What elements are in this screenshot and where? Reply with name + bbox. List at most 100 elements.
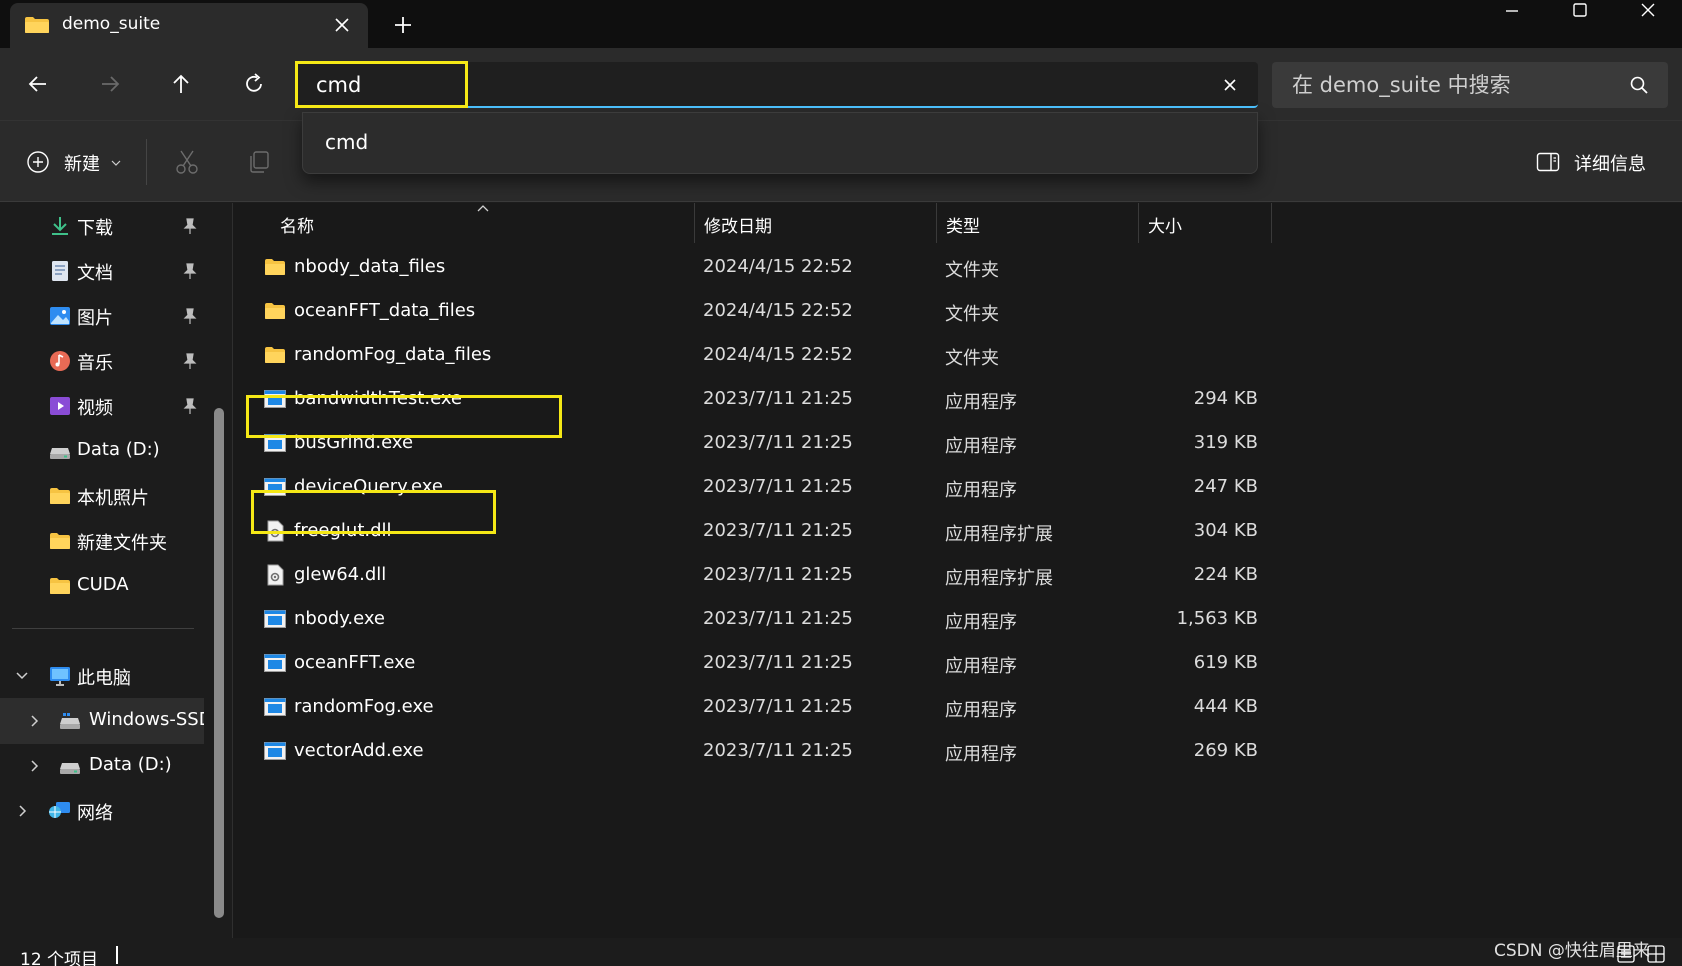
suggestion-item[interactable]: cmd — [325, 130, 368, 154]
file-date: 2024/4/15 22:52 — [703, 344, 853, 365]
file-size: 224 KB — [1193, 564, 1258, 585]
new-button[interactable]: 新建 — [26, 145, 126, 179]
file-name: vectorAdd.exe — [294, 740, 424, 761]
copy-icon[interactable] — [244, 147, 274, 177]
file-type: 应用程序 — [945, 612, 1017, 633]
column-header-date[interactable]: 修改日期 — [694, 203, 934, 243]
tab-demo-suite[interactable]: demo_suite — [10, 3, 368, 48]
maximize-icon[interactable] — [1548, 0, 1612, 24]
sidebar-item-windows-ssd[interactable]: Windows-SSD — [0, 698, 204, 744]
file-size: 319 KB — [1193, 432, 1258, 453]
sidebar-item-pictures[interactable]: 图片 — [0, 293, 205, 339]
file-row[interactable]: nbody_data_files 2024/4/15 22:52 文件夹 — [243, 244, 1263, 291]
file-size: 294 KB — [1193, 388, 1258, 409]
exe-icon — [264, 742, 286, 760]
file-row[interactable]: glew64.dll 2023/7/11 21:25 应用程序扩展 224 KB — [243, 552, 1263, 599]
file-list: 名称 修改日期 类型 大小 nbody_data_files 2024/4/15 … — [233, 203, 1682, 938]
folder-icon — [265, 259, 285, 275]
file-date: 2023/7/11 21:25 — [703, 520, 853, 541]
pin-icon[interactable] — [182, 397, 198, 415]
file-date: 2023/7/11 21:25 — [703, 388, 853, 409]
up-arrow-icon[interactable] — [161, 66, 201, 102]
file-row[interactable]: randomFog.exe 2023/7/11 21:25 应用程序 444 KB — [243, 684, 1263, 731]
search-input[interactable] — [1292, 71, 1612, 99]
sidebar-item-videos[interactable]: 视频 — [0, 383, 205, 429]
pin-icon[interactable] — [182, 352, 198, 370]
file-date: 2023/7/11 21:25 — [703, 696, 853, 717]
file-row[interactable]: randomFog_data_files 2024/4/15 22:52 文件夹 — [243, 332, 1263, 379]
sidebar-item-label: 此电脑 — [77, 668, 131, 689]
sidebar-item-label: Data (D:) — [89, 754, 172, 775]
sidebar-item-label: 网络 — [77, 803, 113, 824]
search-icon[interactable] — [1628, 74, 1650, 96]
search-box[interactable] — [1272, 62, 1668, 108]
clear-icon[interactable] — [1216, 71, 1244, 99]
tab-title: demo_suite — [62, 14, 161, 34]
sidebar-item-label: 文档 — [77, 263, 113, 284]
navigation-pane: 下载 文档 图片 音乐 视频 Data (D:) 本机照片 新建文件夹 CUDA… — [0, 203, 232, 938]
pin-icon[interactable] — [182, 262, 198, 280]
refresh-icon[interactable] — [234, 66, 274, 102]
new-tab-icon[interactable] — [388, 10, 418, 40]
chevron-right-icon[interactable] — [26, 712, 42, 730]
add-circle-icon — [27, 151, 49, 173]
file-row[interactable]: oceanFFT_data_files 2024/4/15 22:52 文件夹 — [243, 288, 1263, 335]
file-size: 304 KB — [1193, 520, 1258, 541]
file-name: randomFog.exe — [294, 696, 434, 717]
pin-icon[interactable] — [182, 307, 198, 325]
forward-arrow-icon[interactable] — [90, 66, 130, 102]
sidebar-item-data-drive-pc[interactable]: Data (D:) — [0, 743, 205, 789]
tiles-view-icon[interactable] — [1646, 944, 1666, 964]
file-date: 2023/7/11 21:25 — [703, 740, 853, 761]
column-header-label: 名称 — [280, 217, 314, 237]
file-size: 1,563 KB — [1176, 608, 1258, 629]
file-explorer-window: demo_suite cmd 在 demo_suite 中搜索 新建 详细信息 … — [0, 0, 1682, 966]
video-icon — [50, 397, 70, 415]
pictures-icon — [50, 307, 70, 325]
chevron-down-icon[interactable] — [14, 667, 30, 685]
column-header-name[interactable]: 名称 — [270, 203, 690, 243]
details-view-icon[interactable] — [1616, 944, 1636, 964]
column-header-size[interactable]: 大小 — [1138, 203, 1268, 243]
sidebar-item-local-photos[interactable]: 本机照片 — [0, 473, 205, 519]
file-size: 269 KB — [1193, 740, 1258, 761]
file-row[interactable]: nbody.exe 2023/7/11 21:25 应用程序 1,563 KB — [243, 596, 1263, 643]
folder-icon — [50, 578, 70, 594]
sidebar-item-downloads[interactable]: 下载 — [0, 203, 205, 249]
column-header-type[interactable]: 类型 — [936, 203, 1136, 243]
document-icon — [52, 261, 68, 281]
minimize-icon[interactable] — [1480, 0, 1544, 24]
file-row[interactable]: oceanFFT.exe 2023/7/11 21:25 应用程序 619 KB — [243, 640, 1263, 687]
sidebar-item-this-pc[interactable]: 此电脑 — [0, 653, 205, 699]
title-bar: demo_suite — [0, 0, 1682, 48]
window-close-icon[interactable] — [1616, 0, 1680, 24]
close-icon[interactable] — [328, 11, 356, 39]
column-separator[interactable] — [1271, 203, 1272, 243]
details-pane-button[interactable]: 详细信息 — [1536, 147, 1668, 179]
sidebar-item-label: 图片 — [77, 308, 113, 329]
download-icon — [52, 217, 68, 235]
cut-icon[interactable] — [172, 147, 202, 177]
sidebar-item-network[interactable]: 网络 — [0, 788, 205, 834]
back-arrow-icon[interactable] — [18, 66, 58, 102]
sidebar-item-data-drive[interactable]: Data (D:) — [0, 428, 205, 474]
sidebar-item-music[interactable]: 音乐 — [0, 338, 205, 384]
column-header-label: 大小 — [1148, 217, 1182, 237]
file-type: 文件夹 — [945, 260, 999, 281]
sidebar-item-label: Data (D:) — [77, 439, 160, 460]
file-date: 2023/7/11 21:25 — [703, 652, 853, 673]
chevron-right-icon[interactable] — [14, 802, 30, 820]
highlight-devicequery — [251, 490, 496, 534]
sidebar-item-documents[interactable]: 文档 — [0, 248, 205, 294]
sidebar-item-new-folder[interactable]: 新建文件夹 — [0, 518, 205, 564]
chevron-right-icon[interactable] — [26, 757, 42, 775]
file-row[interactable]: vectorAdd.exe 2023/7/11 21:25 应用程序 269 KB — [243, 728, 1263, 775]
sidebar-item-cuda[interactable]: CUDA — [0, 563, 205, 609]
exe-icon — [264, 698, 286, 716]
file-type: 应用程序 — [945, 700, 1017, 721]
navigation-bar — [0, 48, 1682, 120]
details-pane-label: 详细信息 — [1574, 154, 1646, 175]
sidebar-scrollbar[interactable] — [214, 408, 224, 918]
pin-icon[interactable] — [182, 217, 198, 235]
file-date: 2023/7/11 21:25 — [703, 564, 853, 585]
